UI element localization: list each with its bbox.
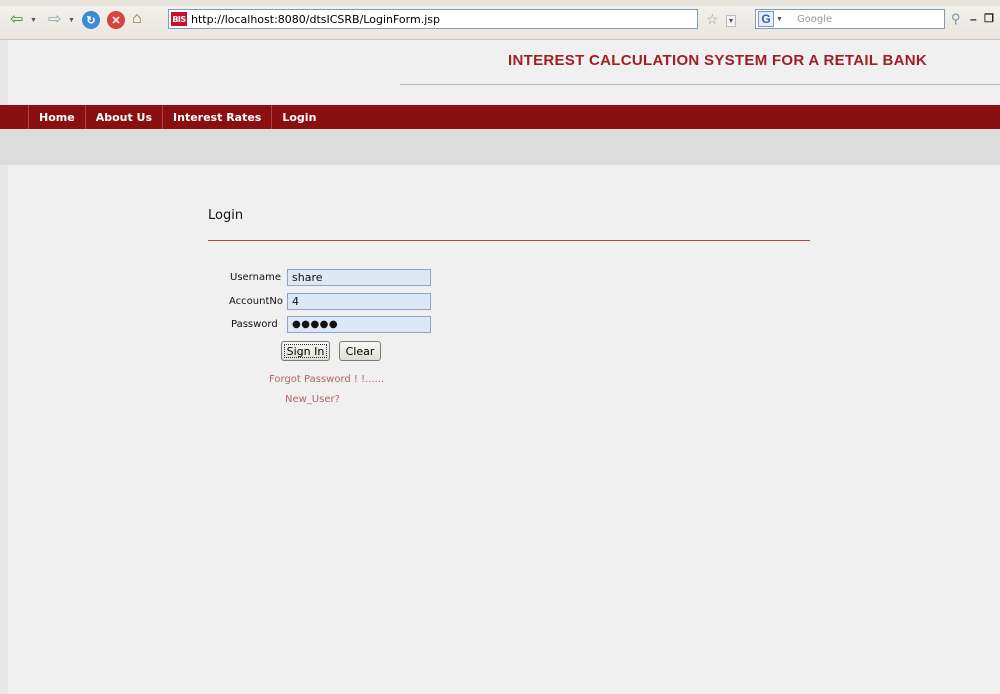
reload-icon[interactable]: ↻ (82, 11, 100, 29)
sub-nav-bar (0, 129, 1000, 165)
password-label: Password (231, 319, 278, 330)
url-dropdown-icon[interactable]: ▼ (726, 15, 736, 27)
stop-icon[interactable]: ✕ (107, 11, 125, 29)
account-no-label: AccountNo (229, 296, 283, 307)
site-title: INTEREST CALCULATION SYSTEM FOR A RETAIL… (508, 52, 928, 69)
toolbar-top-strip (0, 0, 1000, 6)
search-engine-icon[interactable]: G (758, 11, 774, 27)
username-label: Username (230, 272, 281, 283)
minimize-icon[interactable]: – (970, 12, 977, 26)
nav-item-login[interactable]: Login (271, 105, 326, 129)
search-placeholder: Google (796, 13, 833, 25)
forward-dropdown-icon[interactable]: ▼ (68, 17, 75, 24)
url-text: http://localhost:8080/dtsICSRB/LoginForm… (191, 12, 440, 26)
nav-item-about-us[interactable]: About Us (84, 105, 162, 129)
restore-icon[interactable]: ❐ (984, 12, 994, 25)
search-box[interactable]: G ▼ Google (755, 9, 945, 29)
account-no-field[interactable]: 4 (287, 293, 431, 310)
title-divider (400, 84, 1000, 85)
username-field[interactable]: share (287, 269, 431, 286)
clear-button[interactable]: Clear (339, 341, 381, 361)
back-dropdown-icon[interactable]: ▼ (30, 17, 37, 24)
bookmark-star-icon[interactable]: ☆ (706, 11, 719, 28)
site-favicon-icon: BIS (171, 12, 187, 26)
forgot-password-link[interactable]: Forgot Password ! !...... (269, 374, 384, 385)
new-user-link[interactable]: New_User? (285, 394, 340, 405)
main-nav: Home About Us Interest Rates Login (0, 105, 1000, 129)
browser-toolbar: ⇦ ▼ ⇨ ▼ ↻ ✕ ⌂ BIS http://localhost:8080/… (0, 0, 1000, 40)
password-field[interactable]: ●●●●● (287, 316, 431, 333)
sign-in-button[interactable]: Sign In (281, 341, 330, 361)
search-icon[interactable]: ⚲ (951, 11, 961, 27)
login-divider (208, 240, 810, 241)
nav-item-home[interactable]: Home (28, 105, 85, 129)
login-heading: Login (208, 208, 244, 223)
nav-item-interest-rates[interactable]: Interest Rates (162, 105, 271, 129)
address-bar[interactable]: BIS http://localhost:8080/dtsICSRB/Login… (168, 9, 698, 29)
search-engine-dropdown-icon[interactable]: ▼ (776, 16, 783, 23)
back-arrow-icon[interactable]: ⇦ (10, 12, 23, 28)
forward-arrow-icon[interactable]: ⇨ (48, 12, 61, 28)
home-icon[interactable]: ⌂ (132, 10, 142, 28)
